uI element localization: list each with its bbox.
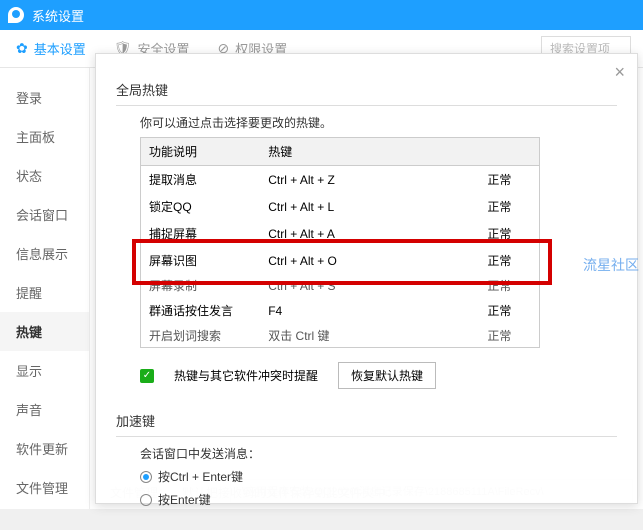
hotkey-table: 功能说明 热键 提取消息Ctrl + Alt + Z正常锁定QQCtrl + A… [140, 137, 540, 348]
sidebar-item-update[interactable]: 软件更新 [0, 429, 89, 468]
sidebar-item-login[interactable]: 登录 [0, 78, 89, 117]
th-key: 热键 [260, 138, 459, 166]
conflict-checkbox[interactable]: ✓ [140, 369, 154, 383]
sidebar-item-chatwindow[interactable]: 会话窗口 [0, 195, 89, 234]
cell-status: 正常 [460, 324, 540, 348]
sidebar-item-remind[interactable]: 提醒 [0, 273, 89, 312]
watermark: 流星社区 [583, 255, 639, 275]
table-row[interactable]: 捕捉屏幕Ctrl + Alt + A正常 [141, 220, 540, 247]
cell-key[interactable]: 双击 Ctrl 键 [260, 324, 459, 348]
table-row[interactable]: 锁定QQCtrl + Alt + L正常 [141, 193, 540, 220]
radio-enter-label: 按Enter键 [158, 491, 211, 508]
sidebar-item-status[interactable]: 状态 [0, 156, 89, 195]
conflict-label: 热键与其它软件冲突时提醒 [174, 367, 318, 384]
cell-key[interactable]: Ctrl + Alt + Z [260, 166, 459, 194]
sidebar-item-sound[interactable]: 声音 [0, 390, 89, 429]
radio-ctrl-enter[interactable] [140, 471, 152, 483]
th-func: 功能说明 [141, 138, 261, 166]
th-status [460, 138, 540, 166]
cell-func: 提取消息 [141, 166, 261, 194]
sidebar-item-display[interactable]: 显示 [0, 351, 89, 390]
close-icon[interactable]: × [614, 62, 625, 83]
cell-status: 正常 [460, 274, 540, 297]
sidebar: 登录 主面板 状态 会话窗口 信息展示 提醒 热键 显示 声音 软件更新 文件管… [0, 68, 90, 509]
cell-status: 正常 [460, 193, 540, 220]
cell-func: 锁定QQ [141, 193, 261, 220]
tab-basic[interactable]: ✿ 基本设置 [16, 39, 86, 58]
sidebar-item-filemgr[interactable]: 文件管理 [0, 468, 89, 507]
table-row[interactable]: 开启划词搜索双击 Ctrl 键正常 [141, 324, 540, 348]
radio-enter[interactable] [140, 494, 152, 506]
cell-status: 正常 [460, 166, 540, 194]
sidebar-item-mainpanel[interactable]: 主面板 [0, 117, 89, 156]
cell-key[interactable]: Ctrl + Alt + L [260, 193, 459, 220]
cell-func: 群通话按住发言 [141, 297, 261, 324]
restore-default-button[interactable]: 恢复默认热键 [338, 362, 436, 389]
cell-status: 正常 [460, 297, 540, 324]
cell-status: 正常 [460, 220, 540, 247]
cell-key[interactable]: Ctrl + Alt + O [260, 247, 459, 274]
table-row[interactable]: 提取消息Ctrl + Alt + Z正常 [141, 166, 540, 194]
cell-func: 捕捉屏幕 [141, 220, 261, 247]
radio-ctrl-enter-label: 按Ctrl + Enter键 [158, 468, 243, 485]
cell-func: 屏幕识图 [141, 247, 261, 274]
table-row[interactable]: 屏幕录制Ctrl + Alt + S正常 [141, 274, 540, 297]
sidebar-item-infodisplay[interactable]: 信息展示 [0, 234, 89, 273]
titlebar: 系统设置 [0, 0, 643, 30]
section-accel-title: 加速键 [116, 411, 617, 437]
cell-key[interactable]: F4 [260, 297, 459, 324]
cell-func: 屏幕录制 [141, 274, 261, 297]
cell-key[interactable]: Ctrl + Alt + A [260, 220, 459, 247]
titlebar-title: 系统设置 [32, 6, 84, 25]
table-row[interactable]: 群通话按住发言F4正常 [141, 297, 540, 324]
cell-key[interactable]: Ctrl + Alt + S [260, 274, 459, 297]
cell-status: 正常 [460, 247, 540, 274]
settings-modal: × 全局热键 你可以通过点击选择要更改的热键。 功能说明 热键 提取消息Ctrl… [95, 53, 638, 504]
section-global-hotkey-title: 全局热键 [116, 80, 617, 106]
send-message-label: 会话窗口中发送消息： [140, 445, 617, 462]
section-hint: 你可以通过点击选择要更改的热键。 [140, 114, 617, 131]
table-row[interactable]: 屏幕识图Ctrl + Alt + O正常 [141, 247, 540, 274]
app-icon [8, 7, 24, 23]
cell-func: 开启划词搜索 [141, 324, 261, 348]
sidebar-item-hotkey[interactable]: 热键 [0, 312, 89, 351]
gear-icon: ✿ [16, 40, 28, 57]
